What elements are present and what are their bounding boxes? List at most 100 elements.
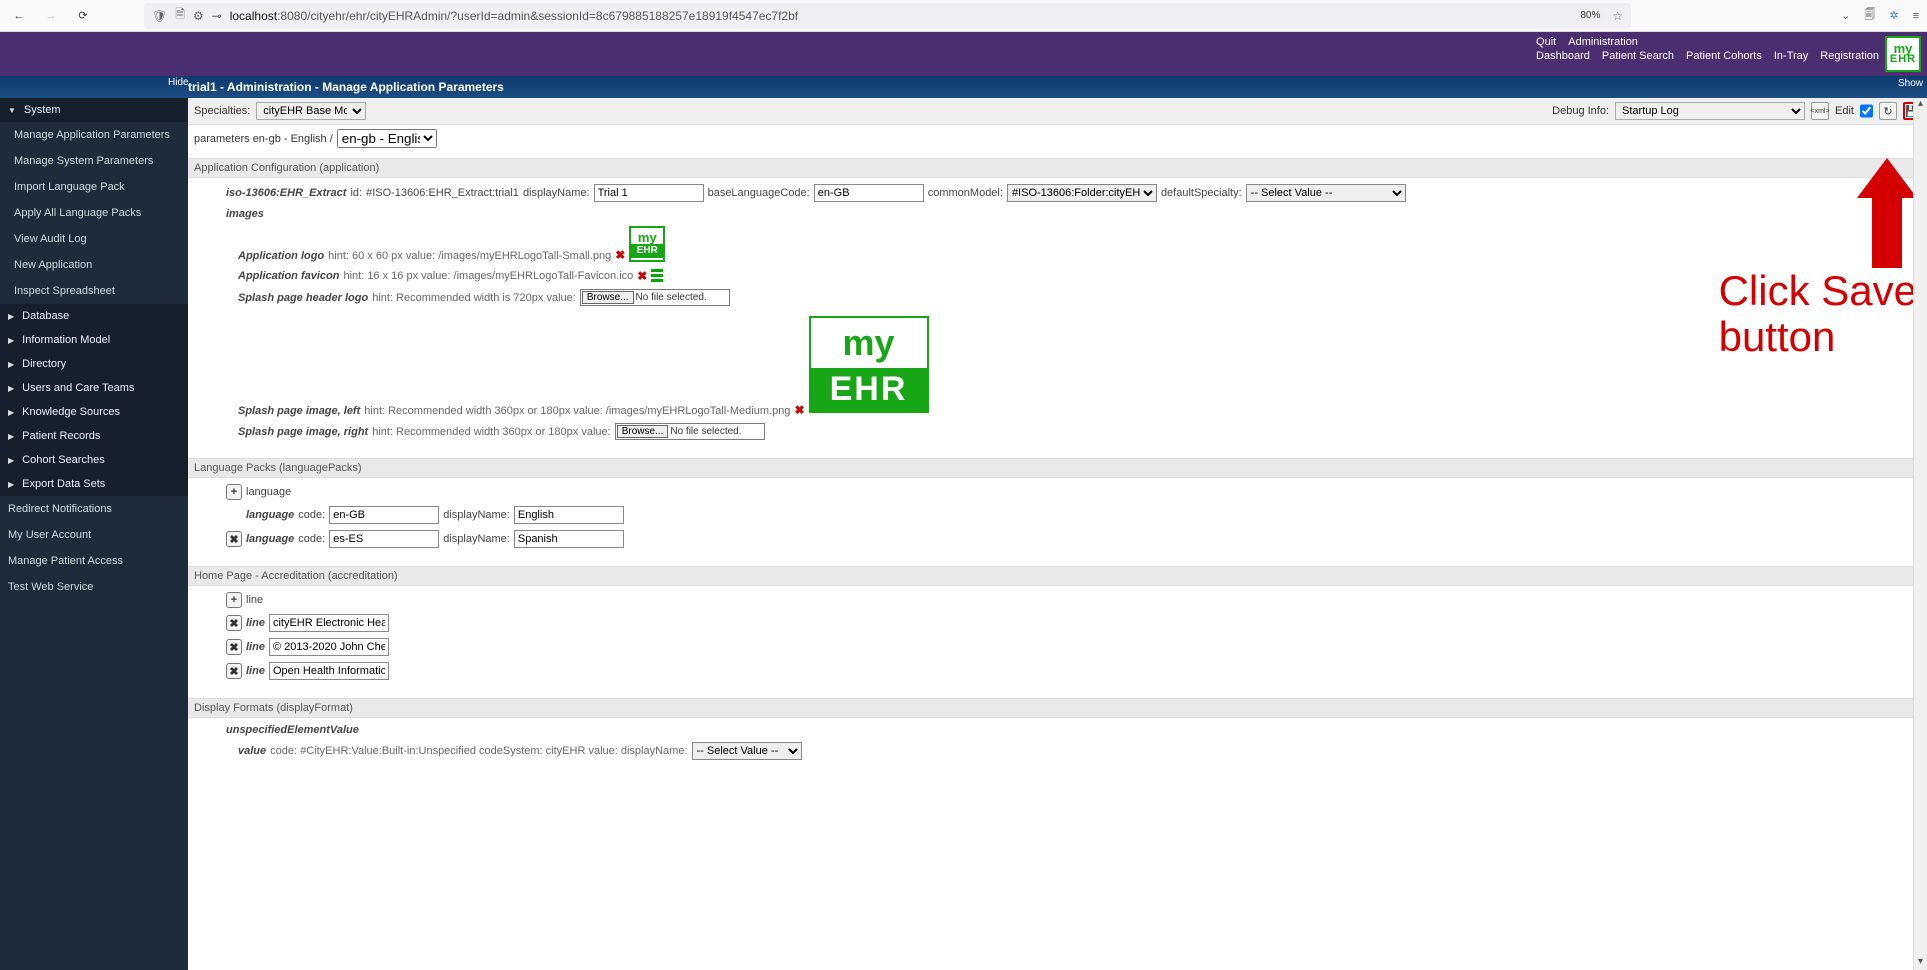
url-bar[interactable]: 🛡 🗎 ⚙ ⊸ localhost:8080/cityehr/ehr/cityE… — [144, 3, 1631, 29]
no-file-text: No file selected. — [636, 292, 707, 303]
sidebar-item-redirect-notifications[interactable]: Redirect Notifications — [0, 496, 188, 522]
content-area: Specialties: cityEHR Base Model Debug In… — [188, 98, 1927, 970]
sidebar-item-manage-sys-params[interactable]: Manage System Parameters — [0, 148, 188, 174]
browse-button-2[interactable]: Browse... — [617, 425, 669, 438]
zoom-badge[interactable]: 80% — [1576, 9, 1604, 22]
line-input-2[interactable] — [269, 662, 389, 680]
displayname-select[interactable]: -- Select Value -- — [692, 742, 802, 760]
splash-left-label: Splash page image, left — [238, 405, 360, 417]
browser-toolbar: ← → ⟳ 🛡 🗎 ⚙ ⊸ localhost:8080/cityehr/ehr… — [0, 0, 1927, 32]
defaultspecialty-select[interactable]: -- Select Value -- — [1246, 184, 1406, 202]
displayname-input[interactable] — [594, 184, 704, 202]
browser-right-icons: ⌄ 🗐 ✲ ≡ — [1841, 6, 1919, 25]
sidebar-item-my-user-account[interactable]: My User Account — [0, 522, 188, 548]
app-logo-remove-icon[interactable]: ✖ — [615, 248, 625, 262]
in-tray-link[interactable]: In-Tray — [1774, 50, 1808, 62]
reload-button[interactable]: ⟳ — [72, 5, 94, 27]
header-links: Quit Administration Dashboard Patient Se… — [1528, 36, 1879, 64]
sidebar-item-new-application[interactable]: New Application — [0, 252, 188, 278]
registration-link[interactable]: Registration — [1820, 50, 1879, 62]
sidebar-group-export-data[interactable]: Export Data Sets — [0, 472, 188, 496]
sidebar-item-apply-lang-packs[interactable]: Apply All Language Packs — [0, 200, 188, 226]
section-display-formats-header: Display Formats (displayFormat) — [188, 698, 1927, 718]
displayname-label: displayName: — [523, 187, 590, 199]
quit-link[interactable]: Quit — [1536, 36, 1556, 48]
splash-header-file[interactable]: Browse... No file selected. — [580, 289, 730, 306]
sub-header: Hide trial1 - Administration - Manage Ap… — [0, 76, 1927, 98]
favicon-stack-icon[interactable] — [651, 268, 663, 283]
app-favicon-remove-icon[interactable]: ✖ — [637, 269, 647, 283]
language-row-label-1: language — [246, 533, 294, 545]
toolbar-row2: parameters en-gb - English / en-gb - Eng… — [188, 125, 1927, 152]
star-icon[interactable]: ☆ — [1612, 9, 1623, 23]
code-text: code: #CityEHR:Value:Built-in:Unspecifie… — [270, 745, 687, 757]
sidebar-group-database[interactable]: Database — [0, 304, 188, 328]
parameters-select[interactable]: en-gb - English — [337, 129, 437, 148]
administration-link[interactable]: Administration — [1568, 36, 1638, 48]
debug-icon-button[interactable]: <xml> — [1811, 102, 1829, 120]
forward-button[interactable]: → — [40, 5, 62, 27]
show-link[interactable]: Show — [1898, 78, 1923, 89]
sidebar-group-cohort-searches[interactable]: Cohort Searches — [0, 448, 188, 472]
sidebar-group-system[interactable]: System — [0, 98, 188, 122]
sidebar-item-view-audit-log[interactable]: View Audit Log — [0, 226, 188, 252]
sidebar-item-inspect-spreadsheet[interactable]: Inspect Spreadsheet — [0, 278, 188, 304]
splash-header-hint: hint: Recommended width is 720px value: — [372, 292, 576, 304]
reader-icon[interactable]: 🗐 — [1864, 6, 1875, 25]
add-language-button[interactable]: + — [226, 484, 242, 500]
remove-line-0[interactable]: ✖ — [226, 615, 242, 631]
sidebar-group-knowledge[interactable]: Knowledge Sources — [0, 400, 188, 424]
extension-icon[interactable]: ✲ — [1889, 9, 1898, 22]
menu-icon[interactable]: ≡ — [1913, 10, 1919, 22]
app-logo-label: Application logo — [238, 250, 324, 262]
remove-language-button-1[interactable]: ✖ — [226, 531, 242, 547]
remove-line-1[interactable]: ✖ — [226, 639, 242, 655]
edit-checkbox[interactable] — [1860, 102, 1873, 120]
dashboard-link[interactable]: Dashboard — [1536, 50, 1590, 62]
lang-code-input-1[interactable] — [329, 530, 439, 548]
commonmodel-select[interactable]: #ISO-13606:Folder:cityEHRBase — [1007, 184, 1157, 202]
app-favicon-hint: hint: 16 x 16 px value: /images/myEHRLog… — [343, 270, 633, 282]
sidebar-group-users[interactable]: Users and Care Teams — [0, 376, 188, 400]
line-input-1[interactable] — [269, 638, 389, 656]
scrollbar[interactable]: ▴ ▾ — [1913, 98, 1927, 970]
lang-code-input-0[interactable] — [329, 506, 439, 524]
sidebar-item-test-web-service[interactable]: Test Web Service — [0, 574, 188, 600]
browse-button[interactable]: Browse... — [582, 291, 634, 304]
add-line-button[interactable]: + — [226, 592, 242, 608]
scroll-down-icon[interactable]: ▾ — [1914, 956, 1927, 970]
line-label-0: line — [246, 617, 265, 629]
sidebar: System Manage Application Parameters Man… — [0, 98, 188, 970]
remove-line-2[interactable]: ✖ — [226, 663, 242, 679]
sidebar-item-manage-app-params[interactable]: Manage Application Parameters — [0, 122, 188, 148]
sidebar-group-directory[interactable]: Directory — [0, 352, 188, 376]
sidebar-item-import-lang-pack[interactable]: Import Language Pack — [0, 174, 188, 200]
baselang-input[interactable] — [814, 184, 924, 202]
language-row-label: language — [246, 509, 294, 521]
section-accreditation-header: Home Page - Accreditation (accreditation… — [188, 566, 1927, 586]
lang-display-input-0[interactable] — [514, 506, 624, 524]
sidebar-group-patient-records[interactable]: Patient Records — [0, 424, 188, 448]
splash-header-label: Splash page header logo — [238, 292, 368, 304]
patient-search-link[interactable]: Patient Search — [1602, 50, 1674, 62]
back-button[interactable]: ← — [8, 5, 30, 27]
app-header: Quit Administration Dashboard Patient Se… — [0, 32, 1927, 76]
specialties-select[interactable]: cityEHR Base Model — [256, 102, 366, 120]
pocket-icon[interactable]: ⌄ — [1841, 9, 1850, 22]
baselang-label: baseLanguageCode: — [708, 187, 810, 199]
shield-icon: 🛡 — [152, 9, 167, 23]
splash-right-file[interactable]: Browse... No file selected. — [615, 423, 765, 440]
id-value: #ISO-13606:EHR_Extract:trial1 — [366, 187, 519, 199]
line-input-0[interactable] — [269, 614, 389, 632]
splash-left-remove-icon[interactable]: ✖ — [794, 403, 804, 417]
splash-left-preview: my EHR — [809, 316, 929, 413]
scroll-up-icon[interactable]: ▴ — [1914, 98, 1927, 112]
patient-cohorts-link[interactable]: Patient Cohorts — [1686, 50, 1762, 62]
lang-display-input-1[interactable] — [514, 530, 624, 548]
hide-link[interactable]: Hide — [168, 77, 189, 88]
url-text: localhost:8080/cityehr/ehr/cityEHRAdmin/… — [230, 9, 1569, 23]
sidebar-item-manage-patient-access[interactable]: Manage Patient Access — [0, 548, 188, 574]
sidebar-group-info-model[interactable]: Information Model — [0, 328, 188, 352]
debug-select[interactable]: Startup Log — [1615, 102, 1805, 120]
refresh-button[interactable]: ↻ — [1879, 102, 1897, 120]
